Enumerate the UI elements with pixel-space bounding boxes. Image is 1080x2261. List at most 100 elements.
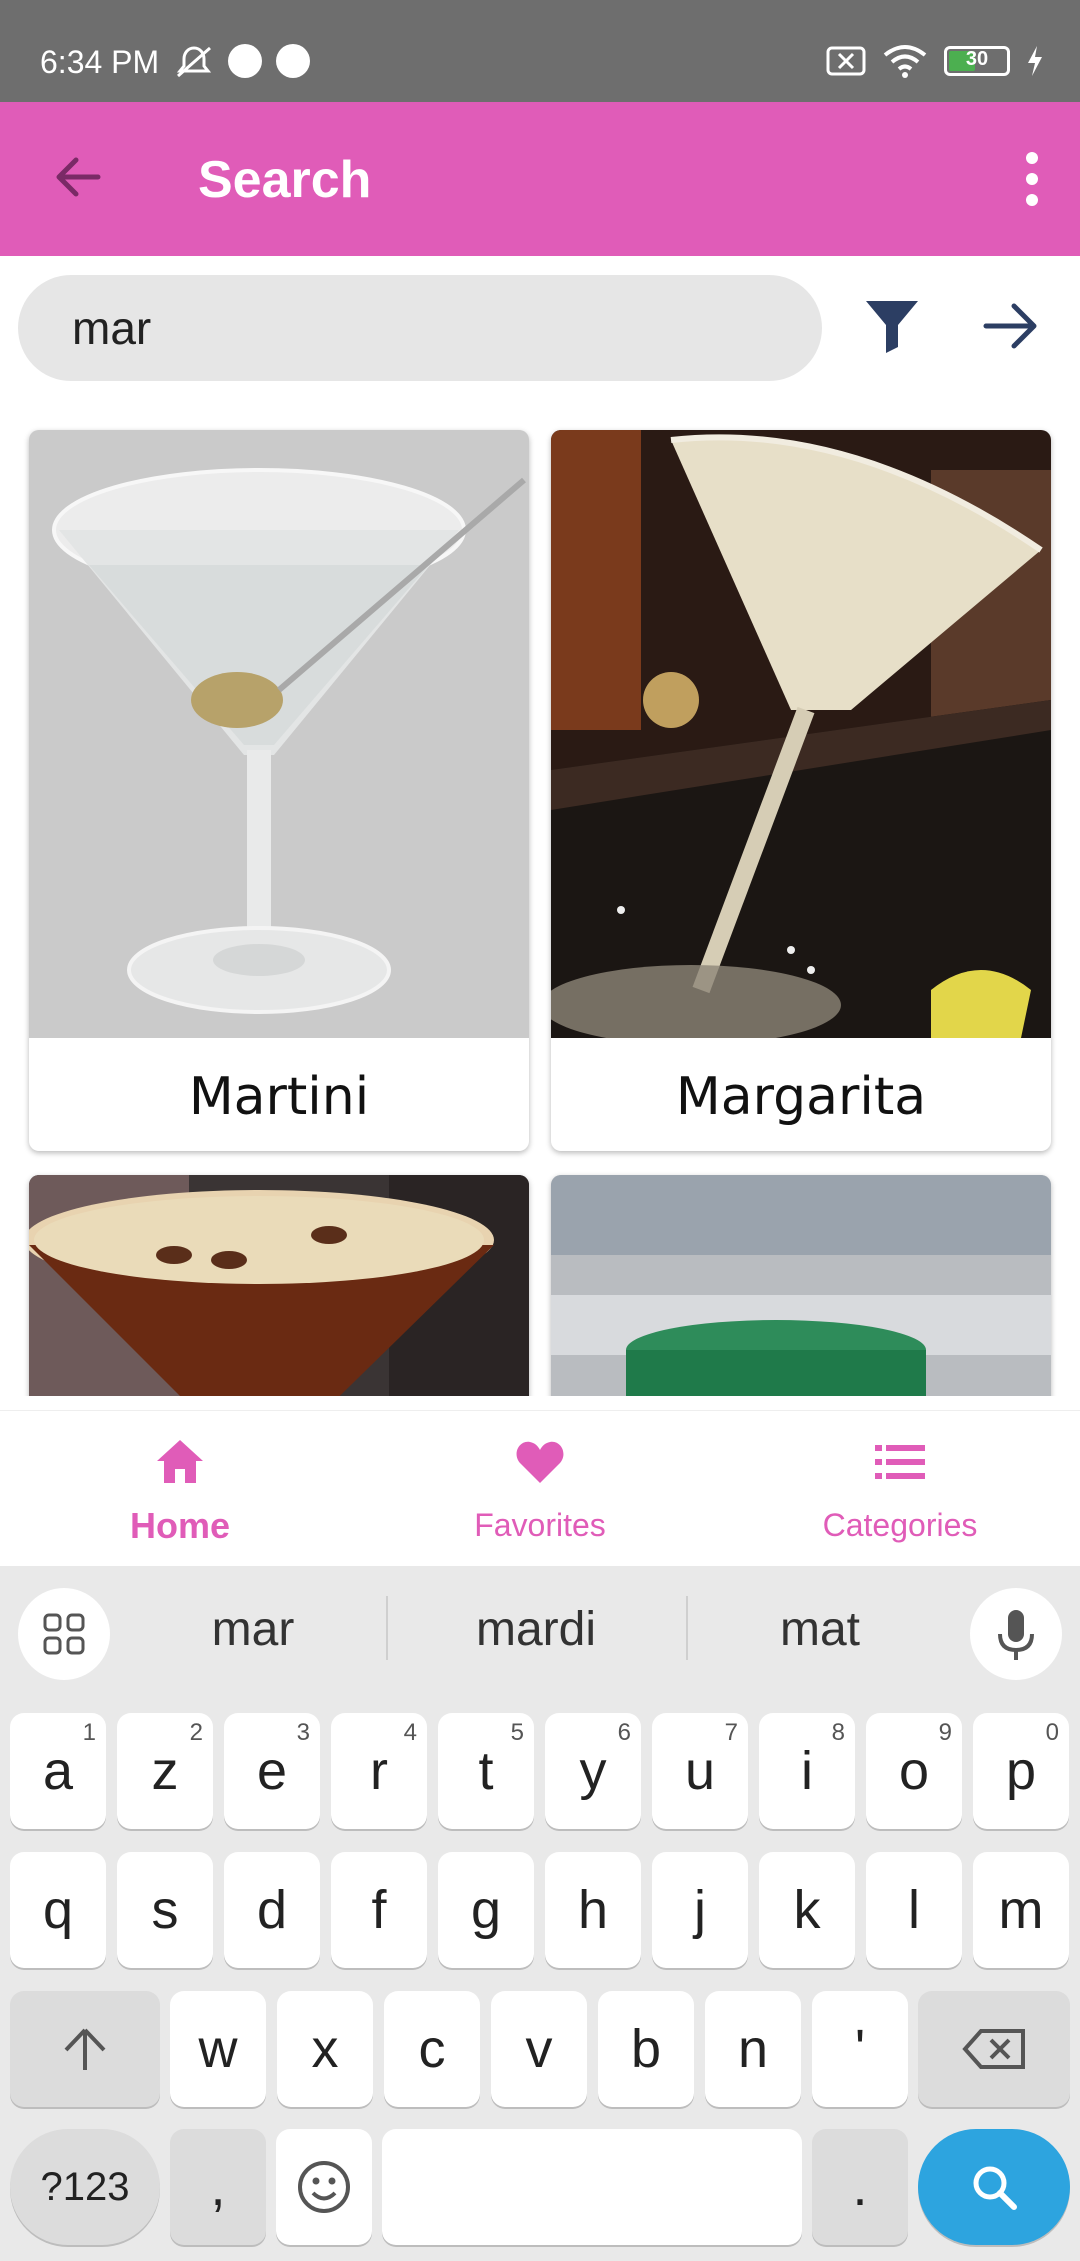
search-key[interactable] bbox=[918, 2129, 1070, 2245]
shift-key[interactable] bbox=[10, 1991, 160, 2107]
back-arrow-icon[interactable] bbox=[48, 147, 108, 207]
status-bar: 6:34 PM 30 bbox=[0, 0, 1080, 102]
key-hint: 5 bbox=[510, 1719, 524, 1746]
wifi-icon bbox=[883, 45, 927, 78]
key-t[interactable]: t5 bbox=[438, 1713, 534, 1829]
suggestion-word[interactable]: mardi bbox=[406, 1602, 666, 1657]
key-z[interactable]: z2 bbox=[117, 1713, 213, 1829]
battery-icon: 30 bbox=[944, 46, 1010, 76]
results-grid: Martini Margarita bbox=[0, 410, 1080, 1396]
home-icon bbox=[157, 1440, 203, 1483]
microphone-icon bbox=[998, 1610, 1034, 1660]
result-card[interactable]: Martini bbox=[29, 430, 529, 1151]
key-o[interactable]: o9 bbox=[866, 1713, 962, 1829]
search-field[interactable] bbox=[18, 275, 822, 381]
suggestion-word[interactable]: mar bbox=[123, 1602, 383, 1657]
key-x[interactable]: x bbox=[277, 1991, 373, 2107]
page-title: Search bbox=[198, 151, 372, 209]
shift-arrow-icon bbox=[64, 2028, 106, 2070]
espresso-martini-photo bbox=[29, 1175, 529, 1396]
key-hint: 6 bbox=[617, 1719, 631, 1746]
key-g[interactable]: g bbox=[438, 1852, 534, 1968]
key-l[interactable]: l bbox=[866, 1852, 962, 1968]
key-hint: 4 bbox=[403, 1719, 417, 1746]
overflow-menu-icon[interactable] bbox=[1012, 146, 1052, 212]
comma-key[interactable]: , bbox=[170, 2129, 266, 2245]
key-hint: 2 bbox=[189, 1719, 203, 1746]
martini-photo bbox=[29, 430, 529, 1038]
result-card[interactable] bbox=[29, 1175, 529, 1396]
space-key[interactable] bbox=[382, 2129, 802, 2245]
result-card[interactable]: Margarita bbox=[551, 430, 1051, 1151]
app-notification-icon bbox=[228, 44, 262, 78]
key-h[interactable]: h bbox=[545, 1852, 641, 1968]
status-time: 6:34 PM bbox=[40, 44, 160, 80]
key-f[interactable]: f bbox=[331, 1852, 427, 1968]
key-label: u bbox=[684, 1741, 716, 1801]
result-card[interactable] bbox=[551, 1175, 1051, 1396]
key-r[interactable]: r4 bbox=[331, 1713, 427, 1829]
key-label: z bbox=[151, 1741, 179, 1801]
key-hint: 1 bbox=[82, 1719, 96, 1746]
key-c[interactable]: c bbox=[384, 1991, 480, 2107]
filter-icon[interactable] bbox=[862, 295, 922, 357]
key-hint: 3 bbox=[296, 1719, 310, 1746]
search-input[interactable] bbox=[72, 297, 772, 359]
key-m[interactable]: m bbox=[973, 1852, 1069, 1968]
key-label: a bbox=[42, 1741, 74, 1801]
backspace-key[interactable] bbox=[918, 1991, 1070, 2107]
suggestion-strip: mar mardi mat bbox=[0, 1566, 1080, 1686]
suggestion-word[interactable]: mat bbox=[690, 1602, 950, 1657]
nav-favorites-label: Favorites bbox=[474, 1507, 606, 1543]
green-cocktail-photo bbox=[551, 1175, 1051, 1396]
nav-home[interactable]: Home bbox=[0, 1411, 360, 1567]
key-hint: 9 bbox=[938, 1719, 952, 1746]
key-u[interactable]: u7 bbox=[652, 1713, 748, 1829]
key-k[interactable]: k bbox=[759, 1852, 855, 1968]
charging-icon bbox=[1028, 46, 1042, 76]
key-b[interactable]: b bbox=[598, 1991, 694, 2107]
battery-level: 30 bbox=[965, 48, 989, 70]
cocktail-name: Martini bbox=[188, 1067, 370, 1127]
key-e[interactable]: e3 bbox=[224, 1713, 320, 1829]
key-p[interactable]: p0 bbox=[973, 1713, 1069, 1829]
key-apostrophe[interactable]: ' bbox=[812, 1991, 908, 2107]
nav-categories[interactable]: Categories bbox=[720, 1411, 1080, 1567]
key-hint: 0 bbox=[1045, 1719, 1059, 1746]
period-key[interactable]: . bbox=[812, 2129, 908, 2245]
grid-icon bbox=[43, 1613, 85, 1655]
key-label: o bbox=[898, 1741, 930, 1801]
emoji-key[interactable] bbox=[276, 2129, 372, 2245]
backspace-icon bbox=[962, 2029, 1025, 2069]
key-w[interactable]: w bbox=[170, 1991, 266, 2107]
key-hint: 7 bbox=[724, 1719, 738, 1746]
voice-input-button[interactable] bbox=[970, 1588, 1062, 1680]
app-notification-icon-2 bbox=[276, 44, 310, 78]
nav-categories-label: Categories bbox=[822, 1507, 978, 1543]
key-i[interactable]: i8 bbox=[759, 1713, 855, 1829]
forward-arrow-icon[interactable] bbox=[978, 295, 1044, 357]
key-a[interactable]: a1 bbox=[10, 1713, 106, 1829]
key-q[interactable]: q bbox=[10, 1852, 106, 1968]
key-label: t bbox=[478, 1741, 494, 1801]
symbols-key[interactable]: ?123 bbox=[10, 2129, 160, 2245]
sim-off-icon bbox=[826, 46, 866, 76]
app-bar: Search bbox=[0, 102, 1080, 256]
heart-icon bbox=[516, 1441, 564, 1483]
key-label: e bbox=[256, 1741, 288, 1801]
key-y[interactable]: y6 bbox=[545, 1713, 641, 1829]
nav-favorites[interactable]: Favorites bbox=[360, 1411, 720, 1567]
key-d[interactable]: d bbox=[224, 1852, 320, 1968]
key-label: y bbox=[579, 1741, 607, 1801]
nav-home-label: Home bbox=[129, 1505, 231, 1546]
key-s[interactable]: s bbox=[117, 1852, 213, 1968]
key-n[interactable]: n bbox=[705, 1991, 801, 2107]
key-label: p bbox=[1005, 1741, 1037, 1801]
apps-grid-button[interactable] bbox=[18, 1588, 110, 1680]
list-icon bbox=[875, 1445, 925, 1479]
key-j[interactable]: j bbox=[652, 1852, 748, 1968]
key-v[interactable]: v bbox=[491, 1991, 587, 2107]
suggestion-divider bbox=[386, 1596, 388, 1660]
margarita-photo bbox=[551, 430, 1051, 1045]
cocktail-name: Margarita bbox=[675, 1067, 927, 1127]
